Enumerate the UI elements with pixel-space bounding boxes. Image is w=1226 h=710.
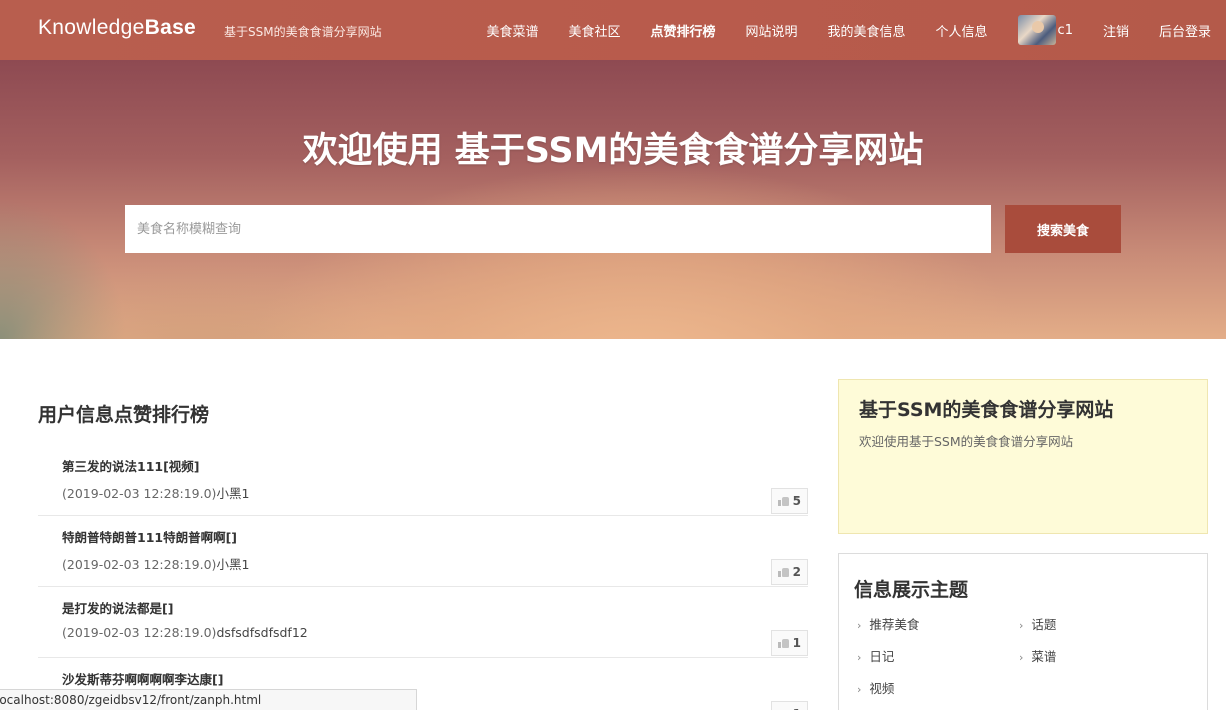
brand-bold: Base <box>144 16 197 39</box>
item-time: (2019-02-03 12:28:19.0) <box>62 557 217 572</box>
like-number: 1 <box>792 636 801 650</box>
hero-title: 欢迎使用 基于SSM的美食食谱分享网站 <box>302 131 924 171</box>
thumbs-up-icon <box>777 638 789 648</box>
nav-item-community[interactable]: 美食社区 <box>568 21 620 40</box>
topic-recommended-food[interactable]: › 推荐美食 <box>857 614 919 633</box>
like-number: 5 <box>792 494 801 508</box>
avatar <box>1017 15 1056 45</box>
item-meta: (2019-02-03 12:28:19.0)小黑1 <box>62 554 249 573</box>
ranking-title: 用户信息点赞排行榜 <box>38 404 210 426</box>
list-item[interactable]: 第三发的说法111[视频] (2019-02-03 12:28:19.0)小黑1… <box>38 445 808 516</box>
chevron-right-icon: › <box>857 619 862 632</box>
topic-label: 日记 <box>869 649 895 664</box>
admin-login-link[interactable]: 后台登录 <box>1159 21 1211 40</box>
search-input[interactable] <box>125 205 991 253</box>
like-count[interactable]: 2 <box>770 559 808 585</box>
topic-label: 话题 <box>1031 617 1057 632</box>
list-item[interactable]: 特朗普特朗普111特朗普啊啊[] (2019-02-03 12:28:19.0)… <box>38 516 808 587</box>
like-count[interactable]: 1 <box>770 630 808 656</box>
item-title[interactable]: 沙发斯蒂芬啊啊啊啊李达康[] <box>62 669 223 688</box>
hero-banner: 欢迎使用 基于SSM的美食食谱分享网站 搜索美食 <box>0 60 1226 339</box>
top-navbar: KnowledgeBase 基于SSM的美食食谱分享网站 美食菜谱 美食社区 点… <box>0 0 1226 60</box>
item-title[interactable]: 第三发的说法111[视频] <box>62 456 200 475</box>
topic-label: 菜谱 <box>1031 649 1057 664</box>
topic-card-title: 信息展示主题 <box>854 579 969 601</box>
item-meta: (2019-02-03 12:28:19.0)小黑1 <box>62 483 249 502</box>
user-menu[interactable]: c1 <box>1017 15 1073 45</box>
list-item[interactable]: 是打发的说法都是[] (2019-02-03 12:28:19.0)dsfsdf… <box>38 587 808 658</box>
nav-item-site-info[interactable]: 网站说明 <box>746 21 798 40</box>
nav-item-profile[interactable]: 个人信息 <box>936 21 988 40</box>
topic-label: 推荐美食 <box>869 617 920 632</box>
brand-logo[interactable]: KnowledgeBase <box>38 16 196 40</box>
username: c1 <box>1057 22 1073 38</box>
chevron-right-icon: › <box>857 651 862 664</box>
like-count[interactable]: 1 <box>770 701 808 710</box>
thumbs-up-icon <box>777 496 789 506</box>
item-user: dsfsdfsdfsdf12 <box>216 625 308 640</box>
chevron-right-icon: › <box>1019 619 1024 632</box>
nav-item-my-food-info[interactable]: 我的美食信息 <box>828 21 906 40</box>
site-info-title: 基于SSM的美食食谱分享网站 <box>859 399 1114 421</box>
item-time: (2019-02-03 12:28:19.0) <box>62 486 217 501</box>
topic-label: 视频 <box>869 681 895 696</box>
chevron-right-icon: › <box>857 683 862 696</box>
thumbs-up-icon <box>777 567 789 577</box>
search-button[interactable]: 搜索美食 <box>1005 205 1121 253</box>
topic-video[interactable]: › 视频 <box>857 678 894 697</box>
item-title[interactable]: 是打发的说法都是[] <box>62 598 173 617</box>
status-url-text: localhost:8080/zgeidbsv12/front/zanph.ht… <box>0 693 262 707</box>
item-meta: (2019-02-03 12:28:19.0)dsfsdfsdfsdf12 <box>62 625 308 640</box>
nav-item-recipes[interactable]: 美食菜谱 <box>486 21 538 40</box>
topic-card: 信息展示主题 › 推荐美食 › 话题 › 日记 › 菜谱 › 视频 <box>838 553 1208 710</box>
like-count[interactable]: 5 <box>770 488 808 514</box>
brand-subtitle: 基于SSM的美食食谱分享网站 <box>224 25 382 39</box>
chevron-right-icon: › <box>1019 651 1024 664</box>
item-time: (2019-02-03 12:28:19.0) <box>62 625 217 640</box>
topic-recipes[interactable]: › 菜谱 <box>1019 646 1056 665</box>
item-user: 小黑1 <box>216 557 250 572</box>
topic-diary[interactable]: › 日记 <box>857 646 894 665</box>
item-user: 小黑1 <box>216 486 250 501</box>
main-nav: 美食菜谱 美食社区 点赞排行榜 网站说明 我的美食信息 个人信息 c1 注销 后… <box>471 0 1226 60</box>
browser-status-url: localhost:8080/zgeidbsv12/front/zanph.ht… <box>0 689 417 710</box>
site-info-description: 欢迎使用基于SSM的美食食谱分享网站 <box>859 434 1074 449</box>
nav-item-like-ranking[interactable]: 点赞排行榜 <box>650 21 715 40</box>
like-number: 2 <box>792 565 801 579</box>
topic-topics[interactable]: › 话题 <box>1019 614 1056 633</box>
logout-link[interactable]: 注销 <box>1103 21 1129 40</box>
brand-light: Knowledge <box>38 16 145 39</box>
ranking-list: 第三发的说法111[视频] (2019-02-03 12:28:19.0)小黑1… <box>38 445 808 710</box>
item-title[interactable]: 特朗普特朗普111特朗普啊啊[] <box>62 527 237 546</box>
site-info-card: 基于SSM的美食食谱分享网站 欢迎使用基于SSM的美食食谱分享网站 <box>838 379 1208 534</box>
